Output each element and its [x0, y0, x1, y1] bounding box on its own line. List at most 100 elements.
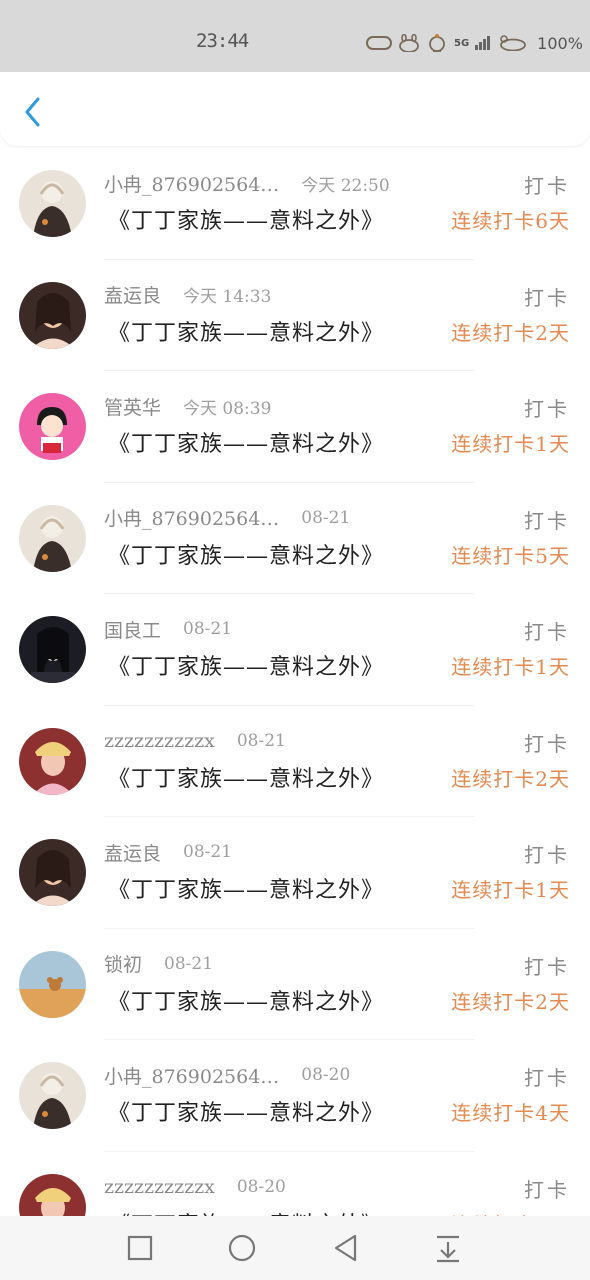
book-title: 《丁丁家族——意料之外》	[108, 432, 385, 457]
user-name[interactable]: 小冉_876902564…	[104, 170, 279, 197]
home-button[interactable]	[226, 1232, 258, 1264]
mask-icon	[366, 36, 392, 50]
post-time: 今天 14:33	[183, 287, 272, 307]
user-name[interactable]: 小冉_876902564…	[104, 504, 279, 531]
checkin-type: 打卡	[524, 620, 570, 644]
nav-back-button[interactable]	[330, 1232, 362, 1264]
user-name[interactable]: 小冉_876902564…	[104, 1062, 279, 1089]
user-name[interactable]: 管英华	[104, 393, 161, 420]
name-line: 小冉_876902564… 08-21	[104, 505, 350, 531]
signal-icon	[475, 36, 491, 50]
streak-count: 连续打卡2天	[451, 320, 570, 345]
name-line: 国良工 08-21	[104, 616, 232, 642]
user-name[interactable]: 盍运良	[104, 281, 161, 308]
back-arrow-icon	[25, 97, 40, 127]
recent-apps-button[interactable]	[124, 1232, 156, 1264]
status-bar: 23:44 5G 100%	[0, 0, 590, 72]
name-line: 盍运良 今天 14:33	[104, 282, 271, 308]
book-title: 《丁丁家族——意料之外》	[108, 989, 385, 1015]
post-time: 08-21	[236, 730, 286, 751]
list-item[interactable]: 管英华 今天 08:39 《丁丁家族——意料之外》 打卡连续打卡1天	[0, 371, 590, 483]
list-item[interactable]: 小冉_876902564… 08-20 《丁丁家族——意料之外》 打卡连续打卡4天	[0, 1040, 590, 1152]
list-item[interactable]: 国良工 08-21 《丁丁家族——意料之外》 打卡连续打卡1天	[0, 594, 590, 706]
app-header	[0, 72, 590, 146]
avatar[interactable]	[19, 281, 86, 349]
status-icons: 5G 100%	[366, 30, 583, 56]
book-title: 《丁丁家族——意料之外》	[108, 209, 385, 234]
user-name[interactable]: 盍运良	[104, 839, 161, 866]
list-item[interactable]: 小冉_876902564… 今天 22:50 《丁丁家族——意料之外》 打卡连续打卡6…	[0, 148, 590, 260]
name-line: 小冉_876902564… 08-20	[104, 1062, 350, 1088]
book-title: 《丁丁家族——意料之外》	[108, 878, 385, 903]
checkin-type: 打卡	[524, 1177, 570, 1202]
list-item[interactable]: zzzzzzzzzzx 08-20 《丁丁家族——意料之外》 打卡连续打卡1天	[0, 1152, 590, 1217]
user-name[interactable]: 国良工	[104, 616, 161, 643]
system-nav-bar	[0, 1216, 590, 1280]
post-time: 08-20	[236, 1176, 286, 1197]
checkin-type: 打卡	[524, 731, 570, 756]
avatar[interactable]	[19, 839, 86, 906]
streak-count: 连续打卡4天	[451, 1101, 570, 1125]
name-line: 锁初 08-21	[104, 951, 213, 977]
streak-count: 连续打卡6天	[451, 209, 570, 233]
user-name[interactable]: zzzzzzzzzzx	[104, 1176, 215, 1198]
square-icon	[127, 1235, 153, 1261]
avatar[interactable]	[19, 393, 86, 460]
avatar[interactable]	[19, 1173, 86, 1216]
book-title: 《丁丁家族——意料之外》	[108, 766, 385, 792]
streak-count: 连续打卡1天	[451, 878, 570, 902]
name-line: 盍运良 08-21	[104, 839, 232, 865]
avatar[interactable]	[19, 950, 86, 1018]
download-icon	[437, 1235, 459, 1263]
avatar[interactable]	[19, 616, 86, 683]
network-indicator: 5G	[454, 37, 470, 49]
name-line: zzzzzzzzzzx 08-21	[104, 728, 286, 754]
battery-level: 100%	[537, 33, 583, 53]
name-line: 小冉_876902564… 今天 22:50	[104, 170, 390, 196]
post-time: 今天 22:50	[301, 175, 390, 196]
streak-count: 连续打卡1天	[451, 432, 570, 456]
book-title: 《丁丁家族——意料之外》	[108, 1101, 385, 1126]
avatar[interactable]	[19, 727, 86, 795]
book-title: 《丁丁家族——意料之外》	[108, 543, 385, 569]
circle-icon	[228, 1234, 256, 1262]
avatar[interactable]	[19, 504, 86, 572]
checkin-type: 打卡	[524, 1066, 570, 1090]
back-button[interactable]	[16, 92, 52, 132]
book-title: 《丁丁家族——意料之外》	[108, 1207, 384, 1217]
streak-count: 连续打卡2天	[451, 766, 570, 791]
user-name[interactable]: zzzzzzzzzzx	[104, 730, 215, 752]
status-time: 23:44	[196, 30, 249, 52]
post-time: 08-21	[183, 619, 233, 639]
checkin-type: 打卡	[524, 285, 570, 310]
post-time: 08-21	[164, 953, 214, 974]
list-item[interactable]: zzzzzzzzzzx 08-21 《丁丁家族——意料之外》 打卡连续打卡2天	[0, 706, 590, 817]
book-title: 《丁丁家族——意料之外》	[108, 655, 385, 680]
triangle-back-icon	[334, 1234, 357, 1262]
checkin-type: 打卡	[524, 397, 570, 421]
name-line: 管英华 今天 08:39	[104, 393, 271, 419]
mouse-battery-icon	[497, 35, 527, 51]
checkin-type: 打卡	[524, 174, 570, 198]
checkin-type: 打卡	[524, 954, 570, 979]
user-name[interactable]: 锁初	[104, 950, 142, 977]
list-item[interactable]: 锁初 08-21 《丁丁家族——意料之外》 打卡连续打卡2天	[0, 929, 590, 1040]
streak-count: 连续打卡1天	[451, 655, 570, 679]
name-line: zzzzzzzzzzx 08-20	[104, 1174, 286, 1200]
list-item[interactable]: 小冉_876902564… 08-21 《丁丁家族——意料之外》 打卡连续打卡5天	[0, 483, 590, 594]
checkin-list: 小冉_876902564… 今天 22:50 《丁丁家族——意料之外》 打卡 连续打卡6…	[0, 148, 590, 1216]
bear-icon	[426, 34, 448, 52]
notification-pull-button[interactable]	[432, 1232, 464, 1264]
list-item[interactable]: 盍运良 今天 14:33 《丁丁家族——意料之外》 打卡 连续打卡2天	[0, 260, 590, 371]
streak-count: 连续打卡5天	[451, 543, 570, 568]
streak-count: 连续打卡2天	[451, 989, 570, 1014]
post-time: 08-21	[183, 842, 233, 862]
bunny-icon	[398, 34, 420, 52]
checkin-type: 打卡	[524, 508, 570, 533]
post-time: 08-21	[301, 507, 351, 528]
avatar[interactable]	[19, 1062, 86, 1129]
post-time: 今天 08:39	[183, 398, 272, 419]
streak-count: 连续打卡1天	[451, 1209, 570, 1217]
list-item[interactable]: 盍运良 08-21 《丁丁家族——意料之外》 打卡 连续打卡1天	[0, 817, 590, 929]
avatar[interactable]	[19, 170, 86, 237]
